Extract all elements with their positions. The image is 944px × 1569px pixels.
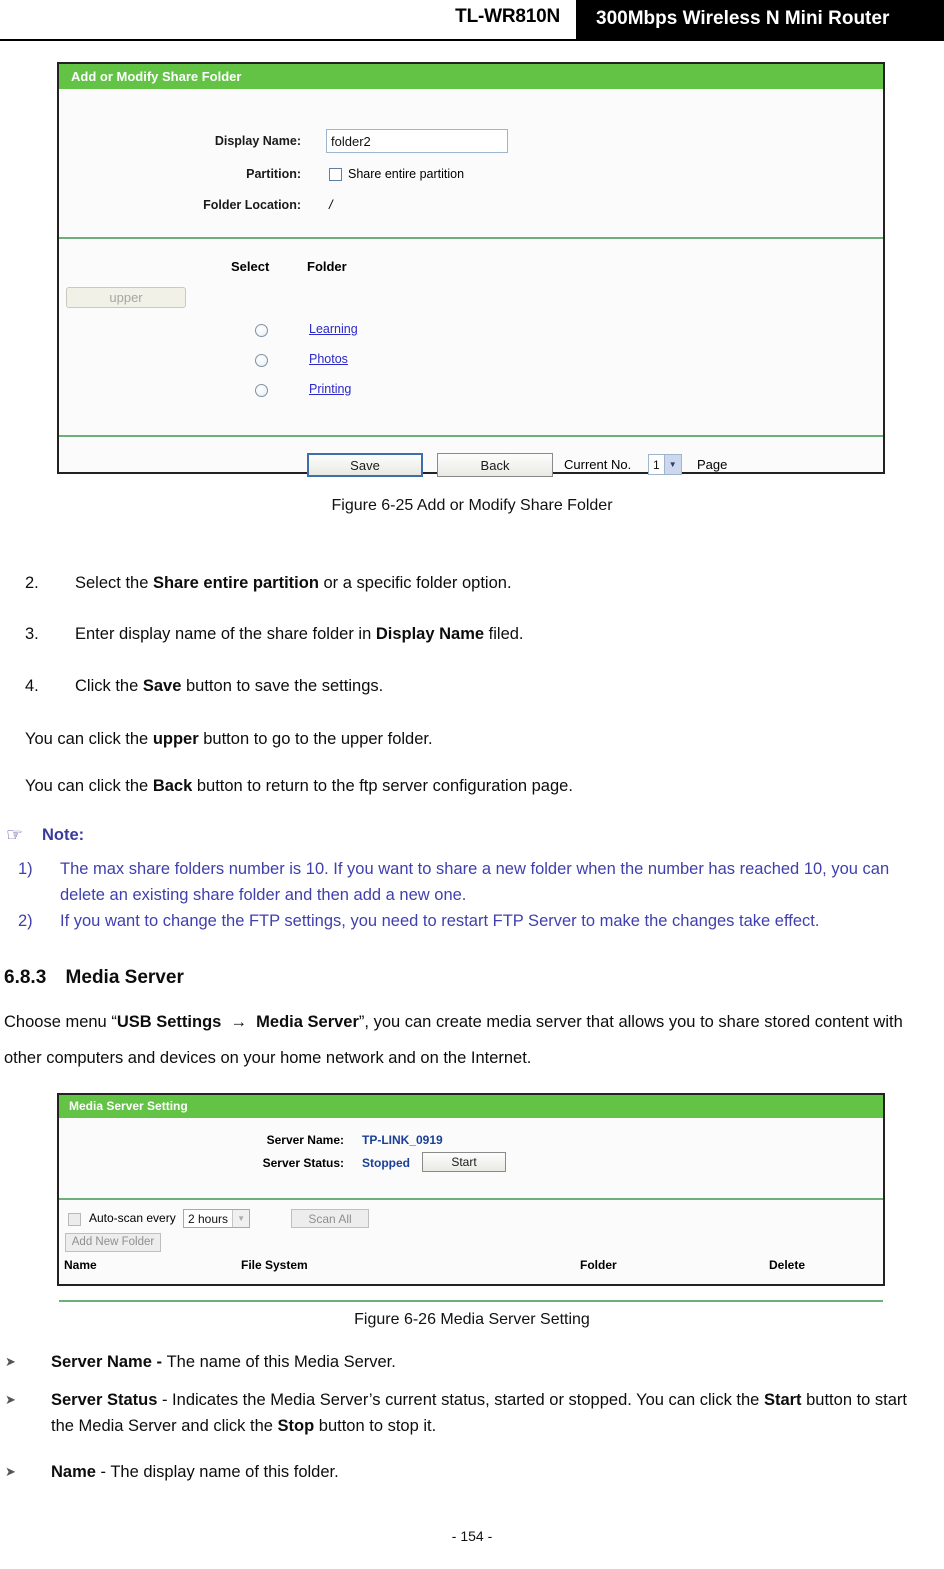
partition-label: Partition: xyxy=(246,167,301,181)
folder-location-label: Folder Location: xyxy=(203,197,301,212)
add-new-folder-button[interactable]: Add New Folder xyxy=(65,1233,161,1252)
folder-location-value: / xyxy=(329,197,333,212)
section-number: 6.8.3 xyxy=(4,967,47,988)
figure-625-caption: Figure 6-25 Add or Modify Share Folder xyxy=(331,497,613,514)
bullet-text: Name - The display name of this folder. xyxy=(51,1463,339,1481)
bullet-item: ➤ Server Status - Indicates the Media Se… xyxy=(5,1387,911,1439)
step-item: 2. Select the Share entire partition or … xyxy=(25,574,915,593)
note-number: 2) xyxy=(18,912,33,930)
back-button-paragraph: You can click the Back button to return … xyxy=(25,777,573,795)
folder-link-learning[interactable]: Learning xyxy=(309,322,358,336)
note-item: 2) If you want to change the FTP setting… xyxy=(18,908,939,934)
display-name-label: Display Name: xyxy=(214,134,301,148)
column-header-folder: Folder xyxy=(580,1258,617,1272)
bullet-item: ➤ Name - The display name of this folder… xyxy=(5,1459,925,1485)
current-page-select[interactable]: 1 ▼ xyxy=(648,454,682,475)
section-title: Media Server xyxy=(65,967,184,988)
column-header-file-system: File System xyxy=(241,1258,308,1272)
add-or-modify-share-folder-panel: Add or Modify Share Folder Display Name:… xyxy=(57,62,885,477)
folder-radio-learning[interactable] xyxy=(255,324,268,337)
folder-radio-printing[interactable] xyxy=(255,384,268,397)
column-header-delete: Delete xyxy=(769,1258,806,1272)
page-number: - 154 - xyxy=(451,1528,493,1544)
folder-column-header: Folder xyxy=(307,259,347,274)
media-table-header: Name File System Folder Delete xyxy=(59,1258,883,1280)
share-folder-panel-title: Add or Modify Share Folder xyxy=(59,64,883,89)
router-product-label: 300Mbps Wireless N Mini Router xyxy=(596,8,890,29)
section-intro-paragraph: Choose menu “USB Settings → Media Server… xyxy=(4,1013,903,1067)
column-header-name: Name xyxy=(64,1258,97,1272)
chevron-right-icon: ➤ xyxy=(5,1464,16,1479)
server-name-label: Server Name: xyxy=(266,1133,344,1147)
current-no-label: Current No. xyxy=(564,457,632,472)
chevron-down-icon: ▼ xyxy=(232,1210,250,1227)
router-model-label: TL-WR810N xyxy=(455,6,560,27)
page-label: Page xyxy=(697,457,728,472)
note-title: Note: xyxy=(42,826,85,844)
chevron-right-icon: ➤ xyxy=(5,1354,16,1369)
media-server-panel-title: Media Server Setting xyxy=(59,1095,883,1118)
server-status-value: Stopped xyxy=(362,1156,410,1170)
upper-button[interactable]: upper xyxy=(66,287,186,308)
step-number: 4. xyxy=(25,677,39,695)
save-button[interactable]: Save xyxy=(307,453,423,477)
chevron-right-icon: ➤ xyxy=(5,1392,16,1407)
step-item: 3. Enter display name of the share folde… xyxy=(25,625,915,644)
folder-link-printing[interactable]: Printing xyxy=(309,382,351,396)
share-folder-footer: Save Back Current No. 1 ▼ Page xyxy=(59,437,883,497)
share-entire-partition-checkbox[interactable] xyxy=(329,167,342,181)
bullet-text: Server Status - Indicates the Media Serv… xyxy=(51,1391,908,1435)
select-column-header: Select xyxy=(231,259,270,274)
scan-all-button[interactable]: Scan All xyxy=(291,1209,369,1228)
back-button[interactable]: Back xyxy=(437,453,553,477)
auto-scan-label: Auto-scan every xyxy=(89,1211,176,1225)
page-header: TL-WR810N 300Mbps Wireless N Mini Router xyxy=(0,0,944,41)
media-server-controls: Auto-scan every 2 hours ▼ Scan All Add N… xyxy=(59,1200,883,1305)
folder-link-photos[interactable]: Photos xyxy=(309,352,348,366)
bullet-item: ➤ Server Name - The name of this Media S… xyxy=(5,1349,925,1375)
step-text: Click the Save button to save the settin… xyxy=(75,677,384,695)
folder-radio-photos[interactable] xyxy=(255,354,268,367)
step-text: Select the Share entire partition or a s… xyxy=(75,574,512,592)
pointing-hand-icon: ☞ xyxy=(6,825,24,846)
step-text: Enter display name of the share folder i… xyxy=(75,625,524,643)
step-number: 2. xyxy=(25,574,39,592)
current-page-value: 1 xyxy=(653,457,660,472)
upper-button-paragraph: You can click the upper button to go to … xyxy=(25,730,433,748)
note-number: 1) xyxy=(18,860,33,878)
figure-626-caption: Figure 6-26 Media Server Setting xyxy=(354,1311,590,1328)
share-entire-partition-label: Share entire partition xyxy=(348,167,465,181)
chevron-down-icon: ▼ xyxy=(663,455,681,474)
header-rule xyxy=(0,39,944,41)
display-name-input[interactable] xyxy=(326,129,508,153)
server-name-value: TP-LINK_0919 xyxy=(362,1133,443,1147)
step-number: 3. xyxy=(25,625,39,643)
note-item: 1) The max share folders number is 10. I… xyxy=(18,856,933,908)
folder-browse-area: Select Folder upper Learning Photos Prin… xyxy=(59,239,883,435)
auto-scan-interval-select[interactable]: 2 hours ▼ xyxy=(183,1209,251,1228)
auto-scan-checkbox[interactable] xyxy=(68,1213,81,1226)
media-server-info: Server Name: TP-LINK_0919 Server Status:… xyxy=(59,1118,883,1198)
start-button[interactable]: Start xyxy=(422,1152,506,1172)
media-panel-separator-2 xyxy=(59,1300,883,1302)
auto-scan-interval-value: 2 hours xyxy=(188,1211,229,1226)
note-text: If you want to change the FTP settings, … xyxy=(60,912,820,930)
note-text: The max share folders number is 10. If y… xyxy=(60,860,890,904)
section-heading: 6.8.3 Media Server xyxy=(4,967,184,989)
step-item: 4. Click the Save button to save the set… xyxy=(25,677,915,696)
server-status-label: Server Status: xyxy=(262,1156,344,1170)
bullet-text: Server Name - The name of this Media Ser… xyxy=(51,1353,396,1371)
media-server-setting-panel: Media Server Setting Server Name: TP-LIN… xyxy=(57,1093,885,1302)
share-folder-form: Display Name: Partition: Share entire pa… xyxy=(59,89,883,237)
